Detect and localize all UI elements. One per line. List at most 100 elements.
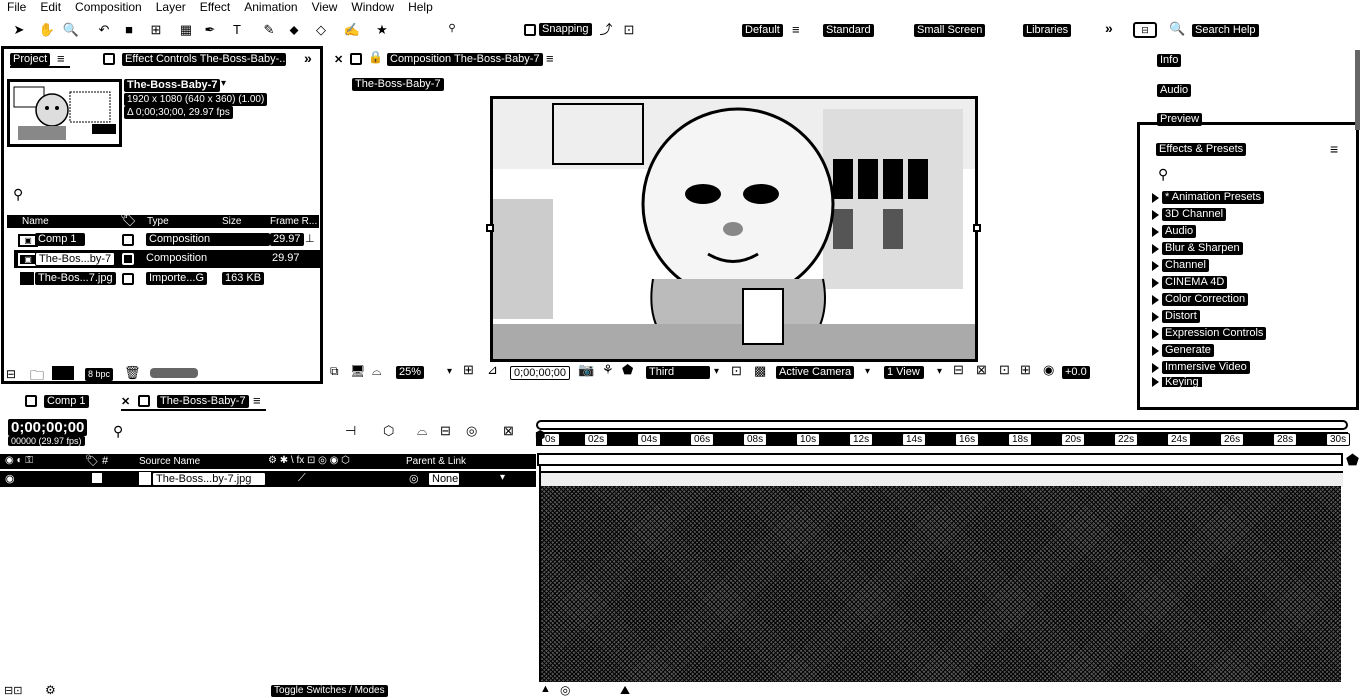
project-scrollbar[interactable] [150,368,198,378]
timeline-icon[interactable]: ⊡ [999,362,1010,378]
timeline-search-icon[interactable]: ⚲ [113,423,123,440]
mask-tool-icon[interactable]: ▦ [177,20,195,38]
audio-panel-tab[interactable]: Audio [1157,84,1192,97]
viewer-handle-left[interactable] [486,224,494,232]
label-header-icon[interactable]: 🏷 # [85,454,108,467]
search-help-input[interactable]: Search Help [1192,24,1259,37]
comp-breadcrumb[interactable]: The-Boss-Baby-7 [352,78,444,91]
bit-depth[interactable]: 8 bpc [85,368,114,381]
col-frame-rate[interactable]: Frame R... [270,215,317,228]
menu-window[interactable]: Window [344,0,401,14]
menu-file[interactable]: File [0,0,33,14]
tab-composition[interactable]: Composition The-Boss-Baby-7 [387,53,543,66]
exposure-reset-icon[interactable]: ◉ [1043,362,1054,378]
transparency-grid-icon[interactable]: ▩ [754,363,766,379]
timeline-track-area[interactable] [541,486,1341,682]
effect-category[interactable]: Expression Controls [1152,326,1267,341]
timeline-menu-icon[interactable]: ≡ [253,393,261,408]
effect-controls-lock[interactable] [103,53,115,65]
mask-visibility-icon[interactable]: ⊿ [487,362,498,378]
interpret-footage-icon[interactable]: ⊟ [6,367,16,381]
new-folder-icon[interactable]: 🗀 [30,365,44,389]
workspace-default[interactable]: Default [742,24,783,37]
menu-animation[interactable]: Animation [237,0,304,14]
show-snapshot-icon[interactable]: ⚘ [602,362,614,378]
hand-tool-icon[interactable]: ✋ [38,20,56,38]
effect-category[interactable]: Keying [1152,377,1202,387]
camera-select[interactable]: Active Camera [776,366,855,379]
video-visibility-icon[interactable]: ◉ [5,472,15,485]
project-menu-icon[interactable]: ≡ [57,51,65,66]
menu-effect[interactable]: Effect [193,0,237,14]
effect-category[interactable]: * Animation Presets [1152,190,1264,205]
tab-effect-controls[interactable]: Effect Controls The-Boss-Baby-... [122,53,286,66]
col-parent-link[interactable]: Parent & Link [406,456,466,467]
toggle-switches-modes[interactable]: Toggle Switches / Modes [271,685,388,697]
views-select[interactable]: 1 View [884,366,924,379]
effect-category[interactable]: 3D Channel [1152,207,1227,222]
pen-tool-icon[interactable]: ✒ [201,20,219,38]
av-features-icon[interactable]: ◉ ◐ ⚿ [5,455,33,466]
frame-blending-icon[interactable]: ⊟ [440,423,451,439]
channel-icon[interactable]: ⬟ [622,362,633,378]
flowchart-view-icon[interactable]: ⊞ [1020,362,1031,378]
current-time-indicator[interactable] [539,466,541,682]
resolution-dropdown-icon[interactable]: ▾ [714,366,719,377]
render-time-icon[interactable]: ⚙ [45,683,56,697]
anchor-icon[interactable]: ⚲ [443,20,461,38]
puppet-tool-icon[interactable]: ★ [373,20,391,38]
effect-category[interactable]: Color Correction [1152,292,1249,307]
effect-category[interactable]: Channel [1152,258,1209,273]
workspace-small-screen[interactable]: Small Screen [914,24,986,37]
menu-composition[interactable]: Composition [68,0,149,14]
resolution-select[interactable]: Third [646,366,710,379]
close-tab-icon[interactable]: ✕ [334,53,343,66]
composition-viewer[interactable] [490,96,978,362]
snapping-checkbox[interactable] [524,23,536,36]
selection-tool-icon[interactable]: ➤ [10,20,28,38]
zoom-in-icon[interactable]: ⛰ [620,683,630,698]
menu-help[interactable]: Help [401,0,440,14]
row-label-color[interactable] [122,234,134,246]
effects-presets-title[interactable]: Effects & Presets [1156,143,1247,156]
eraser-tool-icon[interactable]: ◇ [312,20,330,38]
snap-edge-icon[interactable]: ⤴ [597,20,615,38]
snapshot-icon[interactable]: 📷 [578,362,594,378]
draft-3d-icon[interactable]: ⬡ [383,423,394,439]
toggle-pixel-icon[interactable]: ⊟ [953,362,964,378]
tab-boss-baby[interactable]: The-Boss-Baby-7 [157,395,249,408]
effect-category[interactable]: Immersive Video [1152,360,1250,375]
layer-switch-icon[interactable]: ⟋ [298,472,306,485]
project-row-selected[interactable]: ▣ The-Bos...by-7 Composition 29.97 [14,250,320,268]
timeline-timecode[interactable]: 0;00;00;00 [8,419,88,436]
comp-menu-icon[interactable]: ≡ [546,51,554,66]
workspace-standard[interactable]: Standard [823,24,874,37]
workspace-menu-icon[interactable]: ≡ [792,22,800,37]
close-timeline-tab-icon[interactable]: ✕ [121,395,130,408]
shy-icon[interactable]: ⌓ [417,423,427,439]
effect-category[interactable]: Audio [1152,224,1197,239]
right-panel-scrollbar[interactable] [1355,50,1360,130]
menu-edit[interactable]: Edit [33,0,68,14]
lock-icon[interactable]: 🔒 [368,50,383,64]
tab-comp1[interactable]: Comp 1 [44,395,89,408]
row-label-color[interactable] [122,273,134,285]
zoom-out-icon[interactable]: ▲ [540,683,551,695]
roto-brush-tool-icon[interactable]: ✍ [343,20,361,38]
camera-dropdown-icon[interactable]: ▾ [865,366,870,377]
work-area-bar[interactable] [536,420,1348,430]
effects-menu-icon[interactable]: ≡ [1330,141,1338,157]
snap-feature-icon[interactable]: ⊡ [620,20,638,38]
comp-lock-box[interactable] [350,53,362,65]
comp-end-marker-icon[interactable]: ⬟ [1346,451,1359,469]
current-time[interactable]: 0;00;00;00 [510,366,570,380]
clone-stamp-tool-icon[interactable]: ⬥ [285,20,303,38]
views-dropdown-icon[interactable]: ▾ [937,366,942,377]
project-row[interactable]: ▣ Comp 1 Composition 29.97 ⊥ [14,231,320,249]
effect-category[interactable]: Distort [1152,309,1200,324]
row-label-color[interactable] [122,253,134,265]
effect-category[interactable]: Blur & Sharpen [1152,241,1243,256]
layer-source-name[interactable]: The-Boss...by-7.jpg [152,472,266,486]
parent-pickwhip-icon[interactable]: ◎ [409,472,419,485]
effect-category[interactable]: CINEMA 4D [1152,275,1228,290]
